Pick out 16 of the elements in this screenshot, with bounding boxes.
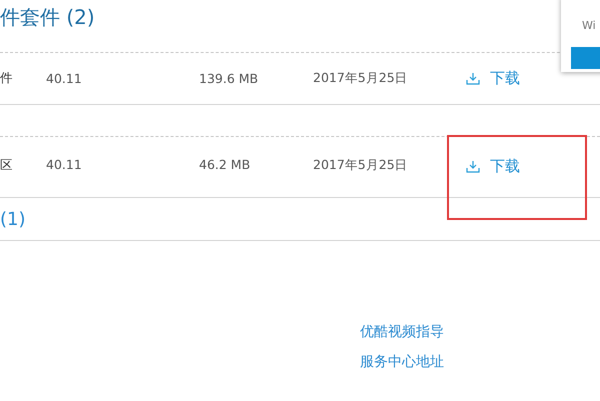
section-title: (1) (0, 208, 26, 230)
file-name: 区 (0, 157, 14, 174)
version: 40.11 (46, 157, 83, 172)
download-icon (466, 72, 480, 85)
release-date: 2017年5月25日 (313, 70, 409, 87)
download-link[interactable]: 下载 (466, 157, 600, 176)
file-size: 46.2 MB (199, 157, 252, 172)
release-date: 2017年5月25日 (313, 157, 409, 174)
footer-link[interactable]: 服务中心地址 (360, 353, 444, 371)
footer-link[interactable]: 优酷视频指导 (360, 323, 444, 341)
version: 40.11 (46, 71, 83, 86)
file-size: 139.6 MB (199, 71, 260, 86)
popup-text: Wi (582, 19, 596, 32)
download-link[interactable]: 下载 (466, 69, 600, 88)
file-name: 件 (0, 70, 14, 87)
download-icon (466, 160, 480, 173)
